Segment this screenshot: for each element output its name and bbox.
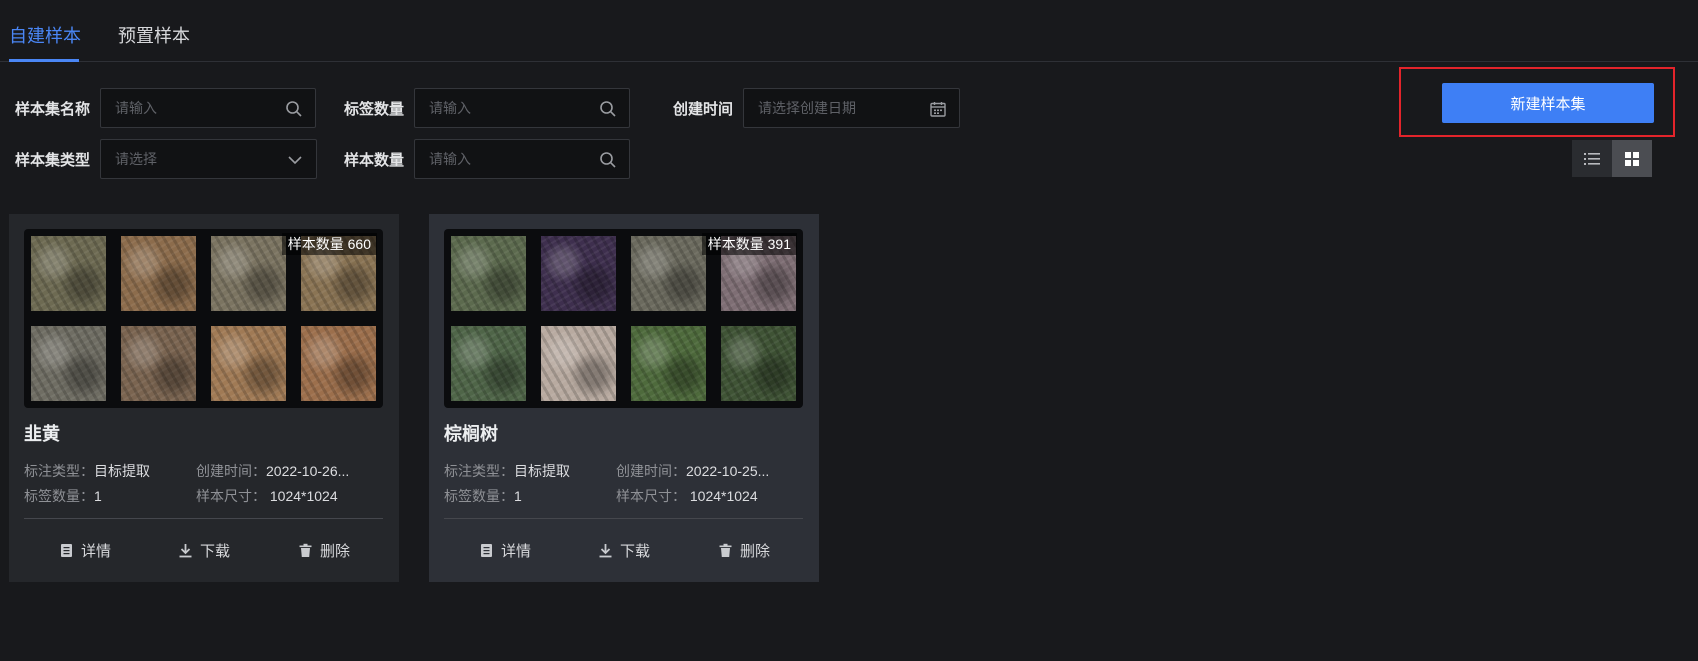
search-icon[interactable]	[599, 100, 617, 118]
download-icon	[179, 544, 192, 558]
sample-size: 样本尺寸： 1024*1024	[196, 486, 338, 506]
grid-view-button[interactable]	[1612, 140, 1652, 177]
delete-label: 删除	[320, 543, 351, 560]
annotation-type-value: 目标提取	[514, 463, 570, 479]
tab-preset-samples[interactable]: 预置样本	[118, 22, 190, 48]
label-count-field	[414, 88, 630, 128]
download-icon	[599, 544, 612, 558]
sample-set-name-label: 样本集名称	[15, 101, 91, 118]
sample-count-badge: 样本数量 391	[701, 233, 797, 255]
list-view-icon	[1584, 152, 1600, 165]
download-label: 下载	[620, 543, 651, 560]
sample-thumbnails: 样本数量 660	[24, 229, 383, 408]
sample-thumbnail	[301, 326, 376, 401]
trash-icon	[299, 543, 312, 557]
sample-thumbnail	[31, 326, 106, 401]
label-count-input[interactable]	[415, 89, 629, 127]
detail-button[interactable]: 详情	[59, 540, 111, 561]
label-count-label: 标签数量：	[24, 488, 94, 504]
sample-thumbnail	[451, 236, 526, 311]
sample-set-name-field	[100, 88, 316, 128]
sample-size-value: 1024*1024	[269, 488, 338, 504]
sample-set-name-input[interactable]	[101, 89, 315, 127]
sample-count-label: 样本数量	[344, 152, 405, 169]
sample-size: 样本尺寸： 1024*1024	[616, 486, 758, 506]
document-icon	[481, 544, 492, 557]
created-time-label: 创建时间：	[196, 463, 266, 479]
document-icon	[61, 544, 72, 557]
sample-thumbnail	[541, 236, 616, 311]
sample-set-type-label: 样本集类型	[15, 152, 91, 169]
label-count-label: 标签数量	[344, 101, 405, 118]
tab-bar: 自建样本 预置样本	[0, 0, 1698, 62]
divider	[444, 518, 803, 519]
label-count-value: 1	[94, 488, 102, 504]
card-title: 韭黄	[24, 424, 60, 444]
annotation-type-label: 标注类型：	[444, 463, 514, 479]
sample-thumbnail	[211, 236, 286, 311]
created-time-value: 2022-10-25...	[686, 463, 770, 479]
created-time-label: 创建时间：	[616, 463, 686, 479]
search-icon[interactable]	[599, 151, 617, 169]
label-count: 标签数量：1	[24, 486, 102, 506]
sample-thumbnail	[121, 236, 196, 311]
sample-thumbnail	[121, 326, 196, 401]
sample-thumbnail	[631, 236, 706, 311]
detail-label: 详情	[81, 543, 112, 560]
created-time: 创建时间：2022-10-25...	[616, 461, 769, 481]
download-button[interactable]: 下载	[178, 540, 230, 561]
created-time: 创建时间：2022-10-26...	[196, 461, 349, 481]
delete-label: 删除	[740, 543, 771, 560]
annotation-type-label: 标注类型：	[24, 463, 94, 479]
sample-thumbnail	[541, 326, 616, 401]
created-date-input[interactable]	[744, 89, 959, 127]
sample-thumbnails: 样本数量 391	[444, 229, 803, 408]
detail-button[interactable]: 详情	[479, 540, 531, 561]
sample-count-field	[414, 139, 630, 179]
sample-thumbnail	[31, 236, 106, 311]
chevron-down-icon[interactable]	[286, 151, 304, 169]
sample-set-type-select[interactable]	[100, 139, 317, 179]
card-title: 棕榈树	[444, 424, 498, 444]
annotation-type: 标注类型：目标提取	[444, 461, 570, 481]
download-button[interactable]: 下载	[598, 540, 650, 561]
tab-custom-samples[interactable]: 自建样本	[9, 22, 81, 48]
delete-button[interactable]: 删除	[298, 540, 350, 561]
sample-set-card[interactable]: 样本数量 660 韭黄 标注类型：目标提取 创建时间：2022-10-26...…	[9, 214, 399, 582]
sample-thumbnail	[631, 326, 706, 401]
download-label: 下载	[200, 543, 231, 560]
created-time-label: 创建时间	[673, 101, 734, 118]
delete-button[interactable]: 删除	[718, 540, 770, 561]
sample-set-card[interactable]: 样本数量 391 棕榈树 标注类型：目标提取 创建时间：2022-10-25..…	[429, 214, 819, 582]
sample-thumbnail	[721, 326, 796, 401]
calendar-icon[interactable]	[929, 100, 947, 118]
annotation-type-value: 目标提取	[94, 463, 150, 479]
sample-thumbnail	[451, 326, 526, 401]
sample-count-badge: 样本数量 660	[281, 233, 377, 255]
label-count-label: 标签数量：	[444, 488, 514, 504]
new-sample-set-button[interactable]: 新建样本集	[1442, 83, 1654, 123]
label-count-value: 1	[514, 488, 522, 504]
sample-size-value: 1024*1024	[689, 488, 758, 504]
grid-view-icon	[1625, 151, 1639, 166]
sample-thumbnail	[211, 326, 286, 401]
sample-size-label: 样本尺寸：	[196, 488, 266, 504]
sample-size-label: 样本尺寸：	[616, 488, 686, 504]
search-icon[interactable]	[285, 100, 303, 118]
annotation-type: 标注类型：目标提取	[24, 461, 150, 481]
label-count: 标签数量：1	[444, 486, 522, 506]
active-tab-indicator	[9, 59, 79, 62]
detail-label: 详情	[501, 543, 532, 560]
created-time-value: 2022-10-26...	[266, 463, 350, 479]
divider	[24, 518, 383, 519]
created-date-field	[743, 88, 960, 128]
sample-count-input[interactable]	[415, 140, 629, 178]
trash-icon	[719, 543, 732, 557]
sample-set-type-input[interactable]	[101, 140, 316, 178]
list-view-button[interactable]	[1572, 140, 1612, 177]
